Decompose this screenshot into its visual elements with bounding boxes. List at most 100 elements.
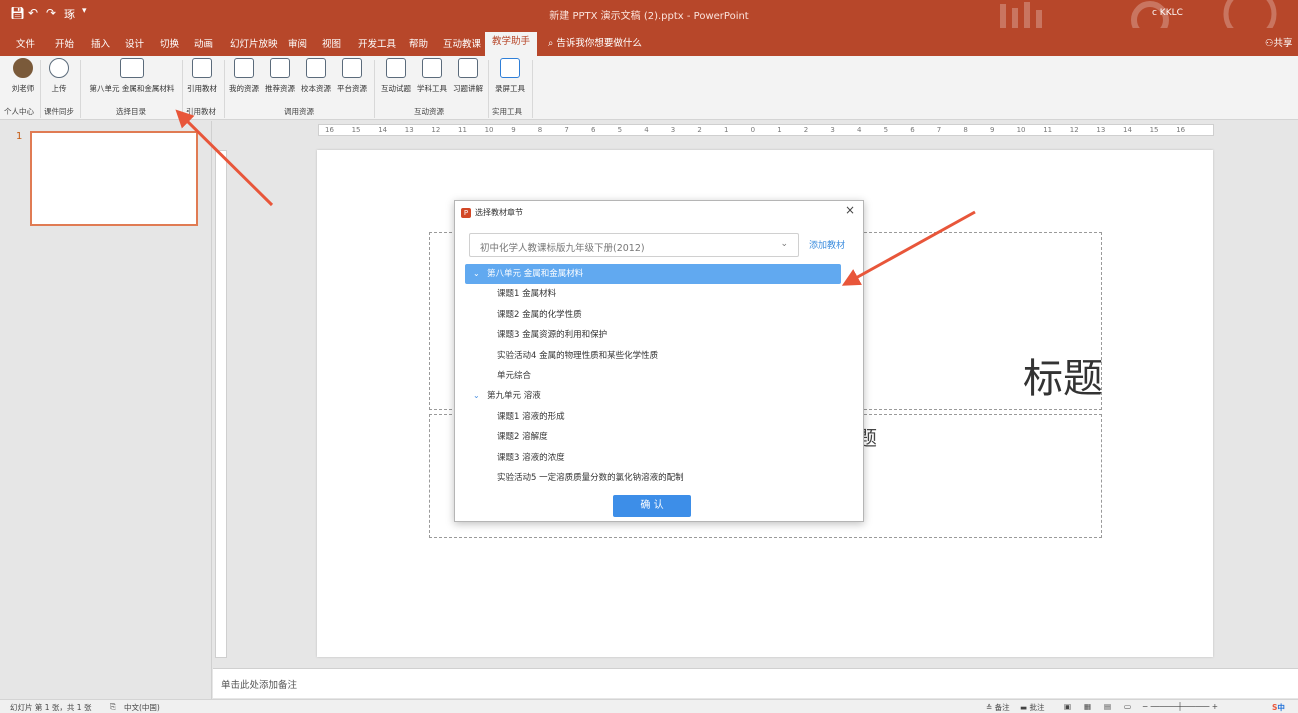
vertical-ruler xyxy=(215,150,227,658)
group-cite-textbook: 引用教材 xyxy=(186,107,216,116)
tree-lesson-node[interactable]: 课题2 金属的化学性质 xyxy=(465,305,841,325)
tab-teaching-assistant[interactable]: 教学助手 xyxy=(485,32,537,56)
slide-thumbnail[interactable] xyxy=(30,131,198,226)
group-call-resources: 调用资源 xyxy=(284,107,314,116)
tab-review[interactable]: 审阅 xyxy=(288,36,307,50)
tree-lesson-node[interactable]: 课题1 金属材料 xyxy=(465,284,841,304)
ime-indicator[interactable]: S中 xyxy=(1272,702,1285,713)
normal-view-icon[interactable]: ▣ xyxy=(1064,702,1071,711)
notes-toggle[interactable]: ≙ 备注 xyxy=(986,702,1010,713)
ruler-tick-label: 16 xyxy=(1176,126,1186,134)
interactive-quiz-button[interactable]: 互动试题 xyxy=(378,58,414,102)
platform-resources-button[interactable]: 平台资源 xyxy=(334,58,370,102)
tree-lesson-node[interactable]: 实验活动5 一定溶质质量分数的氯化钠溶液的配制 xyxy=(465,468,841,488)
tab-interactive[interactable]: 互动教课 xyxy=(443,36,481,50)
share-label: 共享 xyxy=(1273,38,1293,49)
menu-bar: 文件 开始 插入 设计 切换 动画 幻灯片放映 审阅 视图 开发工具 帮助 互动… xyxy=(0,28,1298,56)
tab-slideshow[interactable]: 幻灯片放映 xyxy=(230,36,278,50)
screen-record-button[interactable]: 录屏工具 xyxy=(492,58,528,102)
tree-node-label: 课题3 金属资源的利用和保护 xyxy=(497,330,608,341)
upload-button[interactable]: 上传 xyxy=(44,58,74,102)
cite-textbook-button[interactable]: 引用教材 xyxy=(184,58,220,102)
ribbon: 刘老师 上传 第八单元 金属和金属材料 引用教材 我的资源 推荐资源 校本资源 xyxy=(0,56,1298,120)
sorter-view-icon[interactable]: ▦ xyxy=(1084,702,1091,711)
powerpoint-window: 💾︎ ↶ ↷ 琢 ▾ 新建 PPTX 演示文稿 (2).pptx - Power… xyxy=(0,0,1298,713)
tree-lesson-node[interactable]: 单元综合 xyxy=(465,366,841,386)
tab-home[interactable]: 开始 xyxy=(55,36,74,50)
ruler-tick-label: 6 xyxy=(910,126,915,134)
ruler-tick-label: 3 xyxy=(670,126,676,134)
exercise-icon xyxy=(458,58,478,78)
tree-unit-node[interactable]: ⌄ 第九单元 溶液 xyxy=(465,386,841,406)
chart-icon xyxy=(342,58,362,78)
tab-file[interactable]: 文件 xyxy=(16,36,35,50)
group-utility-tools: 实用工具 xyxy=(492,107,522,116)
ruler-tick-label: 11 xyxy=(1043,126,1053,134)
tree-lesson-node[interactable]: 课题3 金属资源的利用和保护 xyxy=(465,325,841,345)
ruler-tick-label: 1 xyxy=(777,126,782,134)
ruler-tick-label: 12 xyxy=(1069,126,1079,134)
chevron-down-icon[interactable]: ⌄ xyxy=(473,264,480,284)
powerpoint-icon: P xyxy=(461,208,471,218)
notes-icon: ≙ xyxy=(986,703,995,712)
ribbon-divider xyxy=(182,60,183,118)
tree-lesson-node[interactable]: 课题2 溶解度 xyxy=(465,427,841,447)
comments-toggle[interactable]: ▬ 批注 xyxy=(1020,702,1044,713)
tree-node-label: 课题1 溶液的形成 xyxy=(497,411,565,422)
ruler-tick-label: 0 xyxy=(750,126,756,134)
person-icon: ⚇ xyxy=(1265,38,1274,49)
document-title: 新建 PPTX 演示文稿 (2).pptx - PowerPoint xyxy=(549,11,749,22)
user-name[interactable]: c KKLC xyxy=(1152,8,1183,18)
ruler-tick-label: 1 xyxy=(724,126,729,134)
tree-lesson-node[interactable]: 课题3 溶液的浓度 xyxy=(465,448,841,468)
language-indicator[interactable]: 中文(中国) xyxy=(124,702,160,713)
select-chapter-button[interactable]: 第八单元 金属和金属材料 xyxy=(82,58,182,102)
tree-node-label: 实验活动4 金属的物理性质和某些化学性质 xyxy=(497,350,659,361)
ruler-tick-label: 13 xyxy=(1096,126,1106,134)
ruler-tick-label: 12 xyxy=(431,126,441,134)
slideshow-view-icon[interactable]: ▭ xyxy=(1124,702,1131,711)
tab-animations[interactable]: 动画 xyxy=(194,36,213,50)
tab-insert[interactable]: 插入 xyxy=(91,36,110,50)
tab-developer[interactable]: 开发工具 xyxy=(358,36,396,50)
tab-view[interactable]: 视图 xyxy=(322,36,341,50)
ruler-tick-label: 14 xyxy=(378,126,388,134)
notes-pane[interactable]: 单击此处添加备注 xyxy=(213,668,1298,698)
tree-lesson-node[interactable]: 实验活动4 金属的物理性质和某些化学性质 xyxy=(465,346,841,366)
tell-me-search[interactable]: ⌕ 告诉我你想要做什么 xyxy=(548,35,642,49)
ruler-tick-label: 8 xyxy=(963,126,968,134)
close-icon[interactable]: × xyxy=(845,203,855,217)
cite-textbook-label: 引用教材 xyxy=(187,84,217,93)
tree-lesson-node[interactable]: 课题1 溶液的形成 xyxy=(465,407,841,427)
tab-help[interactable]: 帮助 xyxy=(409,36,428,50)
textbook-select[interactable]: 初中化学人教课标版九年级下册(2012) ⌄ xyxy=(469,233,799,257)
status-bar: 幻灯片 第 1 张，共 1 张 ⎘ 中文(中国) ≙ 备注 ▬ 批注 ▣ ▦ ▤… xyxy=(0,699,1298,713)
chevron-down-icon[interactable]: ⌄ xyxy=(473,386,480,406)
tree-unit-node[interactable]: ⌄ 第八单元 金属和金属材料 xyxy=(465,264,841,285)
chapter-tree: ⌄ 第八单元 金属和金属材料 课题1 金属材料 课题2 金属的化学性质课题3 金属资源… xyxy=(465,264,841,488)
ruler-tick-label: 5 xyxy=(617,126,623,134)
zoom-slider[interactable]: − ──────┼────── + xyxy=(1142,702,1218,711)
add-textbook-link[interactable]: 添加教材 xyxy=(809,238,845,251)
subject-tools-button[interactable]: 学科工具 xyxy=(414,58,450,102)
group-select-catalog: 选择目录 xyxy=(116,107,146,116)
recommended-resources-label: 推荐资源 xyxy=(265,84,295,93)
ruler-tick-label: 5 xyxy=(883,126,889,134)
recommended-resources-button[interactable]: 推荐资源 xyxy=(262,58,298,102)
record-icon xyxy=(500,58,520,78)
tab-transitions[interactable]: 切换 xyxy=(160,36,179,50)
school-resources-button[interactable]: 校本资源 xyxy=(298,58,334,102)
select-chapter-label: 第八单元 金属和金属材料 xyxy=(89,84,175,93)
notes-toggle-label: 备注 xyxy=(994,703,1010,712)
ruler-tick-label: 15 xyxy=(1149,126,1159,134)
reading-view-icon[interactable]: ▤ xyxy=(1104,702,1111,711)
tab-design[interactable]: 设计 xyxy=(125,36,144,50)
share-button[interactable]: ⚇共享 xyxy=(1265,35,1293,49)
my-resources-button[interactable]: 我的资源 xyxy=(226,58,262,102)
spellcheck-icon[interactable]: ⎘ xyxy=(110,702,116,712)
exercise-explain-button[interactable]: 习题讲解 xyxy=(450,58,486,102)
ribbon-divider xyxy=(40,60,41,118)
ruler-tick-label: 6 xyxy=(591,126,596,134)
teacher-button[interactable]: 刘老师 xyxy=(8,58,38,102)
confirm-button[interactable]: 确 认 xyxy=(613,495,691,517)
